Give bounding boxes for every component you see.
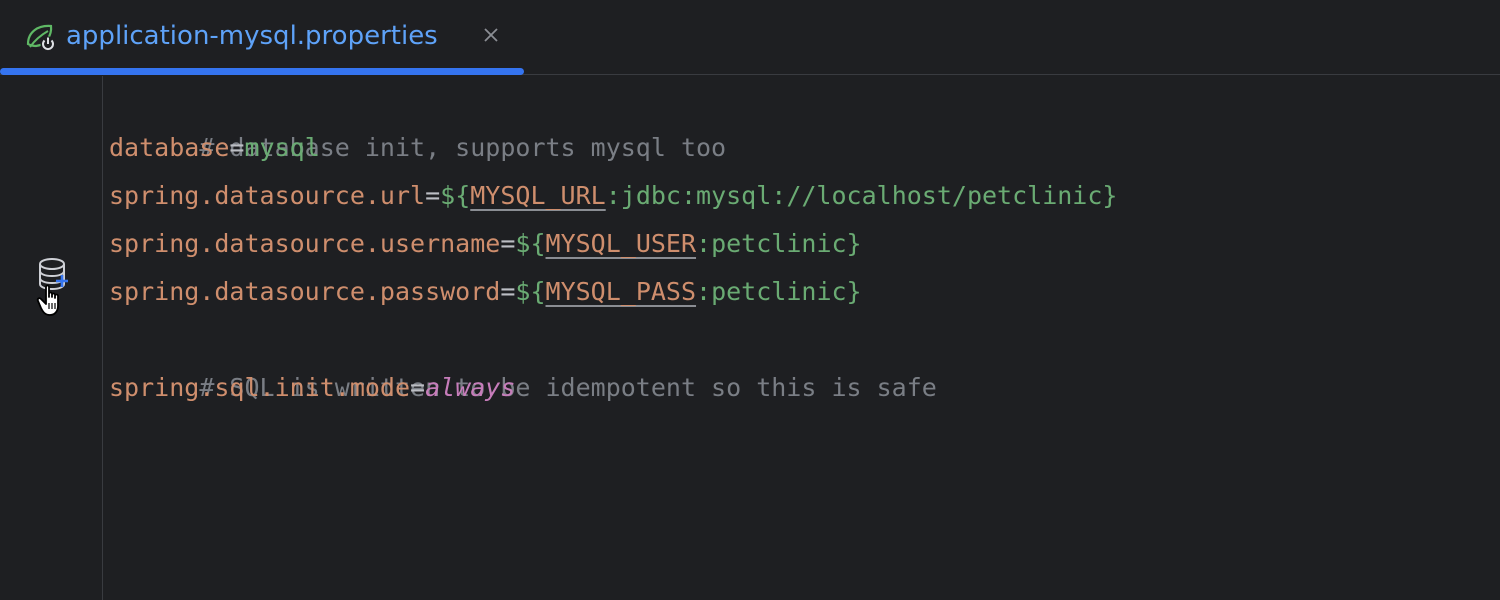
code-line-2[interactable]: database=mysql	[109, 124, 320, 172]
equals-sign: =	[500, 277, 516, 306]
property-key: spring.datasource.url	[109, 181, 426, 210]
close-icon[interactable]	[480, 24, 502, 46]
tab-application-mysql-properties[interactable]: application-mysql.properties	[0, 0, 524, 75]
code-editor[interactable]: # database init, supports mysql too data…	[109, 76, 1489, 600]
property-key: spring.datasource.password	[109, 277, 501, 306]
code-line-4[interactable]: spring.datasource.username=${MYSQL_USER:…	[109, 220, 862, 268]
code-line-7[interactable]: spring.sql.init.mode=always	[109, 364, 515, 412]
code-line-3[interactable]: spring.datasource.url=${MYSQL_URL:jdbc:m…	[109, 172, 1117, 220]
property-key: spring.datasource.username	[109, 229, 501, 258]
env-placeholder-mysql-url[interactable]: MYSQL_URL	[470, 181, 605, 210]
active-tab-indicator	[0, 68, 524, 75]
tab-label: application-mysql.properties	[66, 21, 438, 51]
property-key: spring.sql.init.mode	[109, 373, 411, 402]
equals-sign: =	[425, 181, 441, 210]
tab-bar: application-mysql.properties	[0, 0, 1500, 75]
env-placeholder-mysql-pass[interactable]: MYSQL_PASS	[546, 277, 697, 306]
placeholder-open: ${	[515, 229, 546, 258]
property-value: :jdbc:mysql://localhost/petclinic}	[605, 181, 1118, 210]
database-add-icon[interactable]	[30, 254, 74, 318]
property-value: mysql	[244, 133, 320, 162]
editor-gutter	[0, 76, 103, 600]
code-line-1[interactable]: # database init, supports mysql too	[109, 76, 726, 162]
hand-pointer-cursor	[36, 284, 59, 316]
editor-window: application-mysql.properties # database …	[0, 0, 1500, 600]
spring-properties-icon	[26, 24, 56, 52]
code-line-5[interactable]: spring.datasource.password=${MYSQL_PASS:…	[109, 268, 862, 316]
equals-sign: =	[229, 133, 245, 162]
property-key: database	[109, 133, 230, 162]
placeholder-open: ${	[440, 181, 471, 210]
placeholder-open: ${	[515, 277, 546, 306]
property-value: :petclinic}	[696, 277, 862, 306]
enum-value: always	[425, 373, 516, 402]
code-line-6[interactable]: # SQL is written to be idempotent so thi…	[109, 316, 937, 402]
env-placeholder-mysql-user[interactable]: MYSQL_USER	[546, 229, 697, 258]
property-value: :petclinic}	[696, 229, 862, 258]
equals-sign: =	[500, 229, 516, 258]
equals-sign: =	[410, 373, 426, 402]
